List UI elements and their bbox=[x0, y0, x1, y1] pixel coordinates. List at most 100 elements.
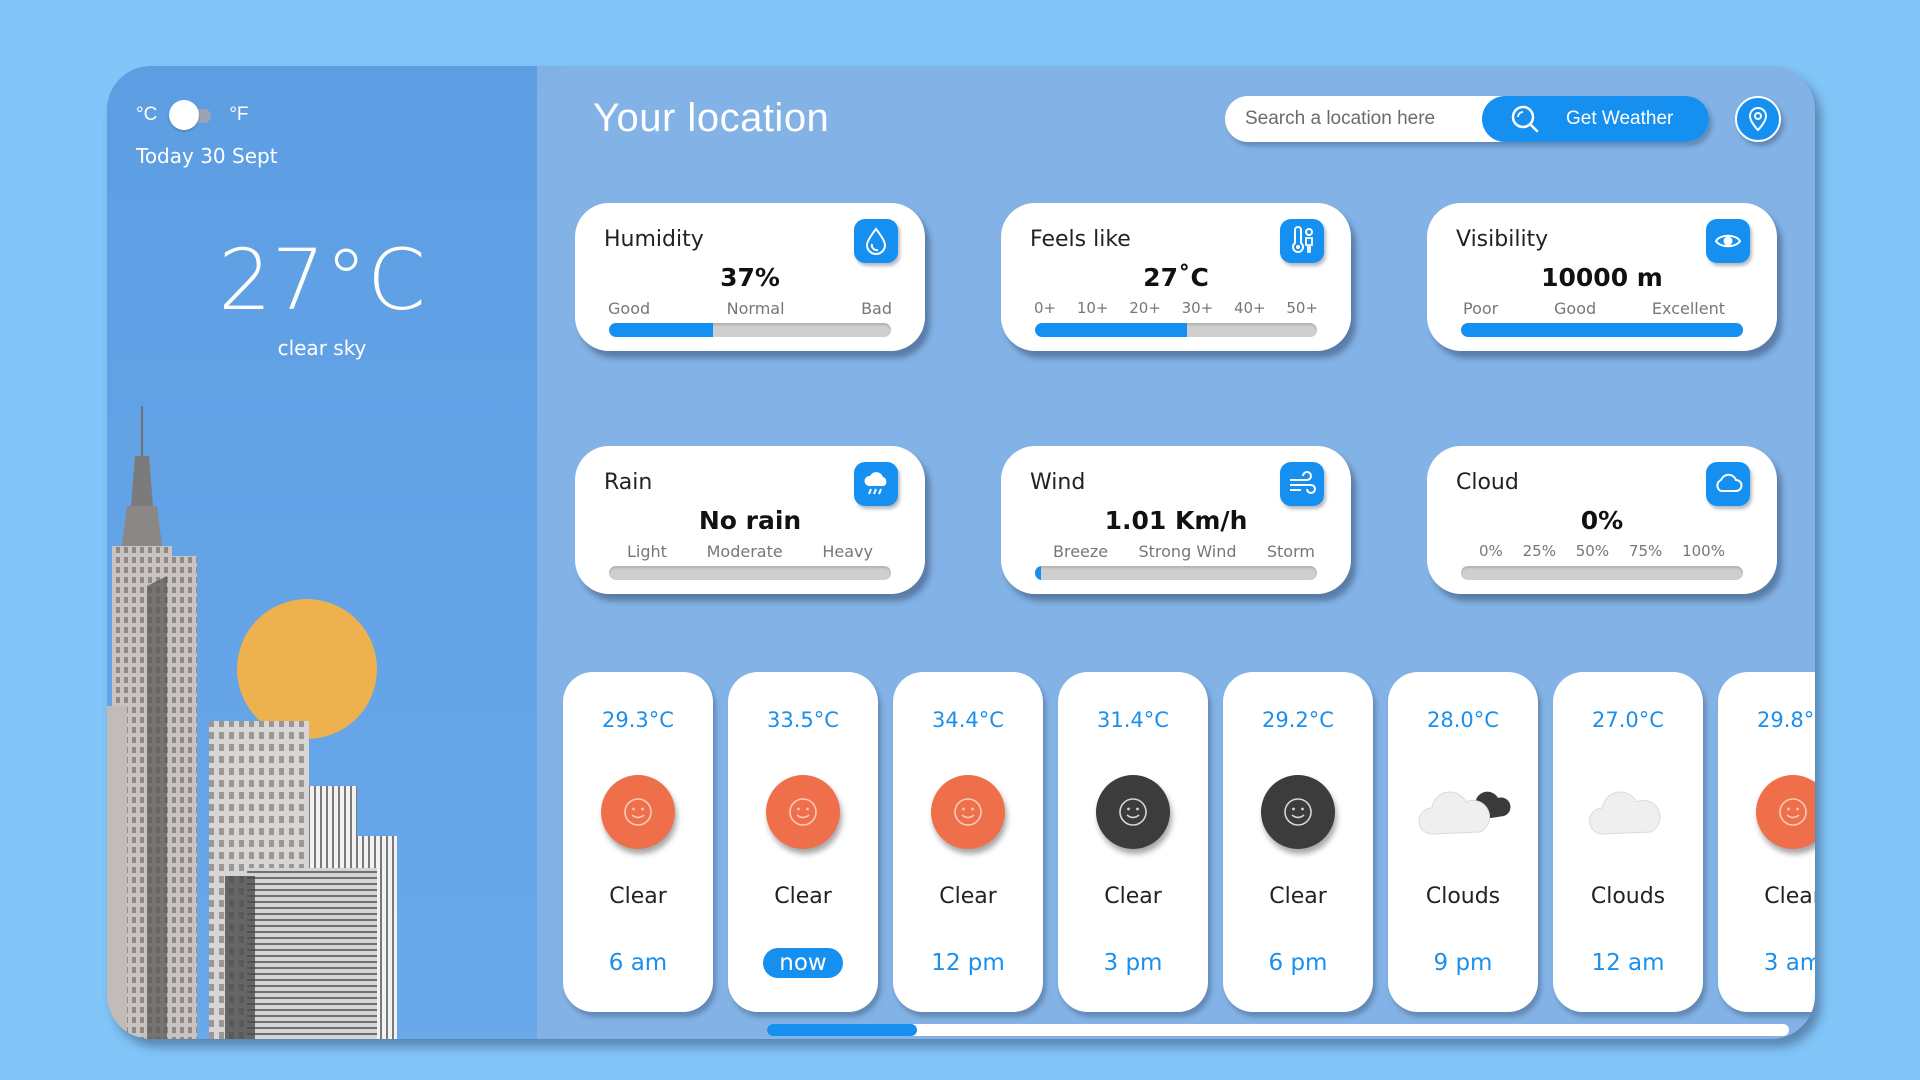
get-weather-label: Get Weather bbox=[1566, 108, 1674, 129]
weather-app: °C °F Today 30 Sept 27°C clear sky Your … bbox=[107, 66, 1815, 1039]
hour-time: 12 pm bbox=[931, 950, 1005, 976]
hour-time-now: now bbox=[728, 948, 878, 978]
sun-face-icon bbox=[928, 772, 1008, 852]
now-badge: now bbox=[763, 948, 843, 978]
current-description: clear sky bbox=[277, 336, 367, 360]
cloud-icon bbox=[1589, 791, 1661, 835]
rain-cloud-icon bbox=[854, 462, 898, 506]
card-title: Cloud bbox=[1456, 470, 1519, 495]
current-date: Today 30 Sept bbox=[136, 144, 278, 168]
level-fill bbox=[1035, 566, 1041, 580]
feels-like-card: Feels like 27˚C 0+ 10+ 20+ 30+ 40+ 50+ bbox=[1001, 203, 1351, 351]
card-value: 37% bbox=[720, 263, 780, 292]
hourly-card[interactable]: 28.0°C Clouds 9 pm bbox=[1388, 672, 1538, 1012]
humidity-icon bbox=[854, 219, 898, 263]
hour-desc: Clear bbox=[1104, 884, 1162, 909]
scale-label: Storm bbox=[1266, 542, 1315, 561]
get-weather-button[interactable]: Get Weather bbox=[1482, 96, 1709, 142]
hour-temp: 27.0°C bbox=[1592, 708, 1664, 732]
thermometer-icon bbox=[1280, 219, 1324, 263]
current-temperature: 27°C bbox=[218, 231, 426, 329]
search-bar: Get Weather bbox=[1225, 96, 1709, 142]
hour-desc: Clear bbox=[1764, 884, 1815, 909]
eye-icon bbox=[1706, 219, 1750, 263]
scale-label: Bad bbox=[861, 299, 892, 318]
map-pin-icon bbox=[1748, 106, 1768, 132]
hourly-card[interactable]: 34.4°C Clear 12 pm bbox=[893, 672, 1043, 1012]
scale-label: 40+ bbox=[1233, 299, 1266, 317]
card-scale: Poor Good Excellent bbox=[1463, 299, 1725, 318]
hourly-card[interactable]: 29.8°C Clear 3 am bbox=[1718, 672, 1815, 1012]
hour-temp: 31.4°C bbox=[1097, 708, 1169, 732]
level-bar bbox=[609, 566, 891, 580]
sun-illustration bbox=[237, 599, 377, 739]
scale-label: Normal bbox=[726, 299, 785, 318]
card-scale: Breeze Strong Wind Storm bbox=[1053, 542, 1315, 561]
hour-temp: 29.8°C bbox=[1757, 708, 1815, 732]
level-fill bbox=[1461, 323, 1743, 337]
scale-label: Breeze bbox=[1053, 542, 1109, 561]
scale-label: 0+ bbox=[1034, 299, 1057, 317]
card-scale: 0+ 10+ 20+ 30+ 40+ 50+ bbox=[1034, 299, 1318, 317]
hourly-card[interactable]: 31.4°C Clear 3 pm bbox=[1058, 672, 1208, 1012]
level-bar bbox=[1035, 566, 1317, 580]
hour-temp: 34.4°C bbox=[932, 708, 1004, 732]
card-value: 0% bbox=[1580, 506, 1624, 535]
sun-face-icon bbox=[598, 772, 678, 852]
hour-time: 3 pm bbox=[1103, 950, 1163, 976]
search-input[interactable] bbox=[1245, 104, 1485, 134]
card-value: No rain bbox=[698, 506, 802, 535]
scale-label: 25% bbox=[1522, 542, 1556, 560]
unit-toggle[interactable] bbox=[169, 100, 215, 130]
scale-label: Heavy bbox=[822, 542, 873, 561]
scrollbar-thumb[interactable] bbox=[767, 1024, 917, 1036]
card-value: 10000 m bbox=[1541, 263, 1663, 292]
scale-label: 10+ bbox=[1076, 299, 1109, 317]
hour-temp: 33.5°C bbox=[767, 708, 839, 732]
hourly-scrollbar[interactable] bbox=[767, 1024, 1789, 1036]
hour-temp: 29.3°C bbox=[602, 708, 674, 732]
hour-time: 6 am bbox=[608, 950, 668, 976]
hour-temp: 29.2°C bbox=[1262, 708, 1334, 732]
scale-label: 50+ bbox=[1286, 299, 1318, 317]
current-location-button[interactable] bbox=[1735, 96, 1781, 142]
card-value: 1.01 Km/h bbox=[1104, 506, 1248, 535]
hour-desc: Clear bbox=[939, 884, 997, 909]
scale-label: Light bbox=[627, 542, 667, 561]
scale-label: 20+ bbox=[1129, 299, 1161, 317]
unit-switch: °C °F bbox=[136, 100, 249, 130]
scale-label: 30+ bbox=[1181, 299, 1214, 317]
hourly-card[interactable]: 29.2°C Clear 6 pm bbox=[1223, 672, 1373, 1012]
unit-fahrenheit-label: °F bbox=[229, 104, 249, 125]
card-title: Wind bbox=[1030, 470, 1086, 495]
moon-face-icon bbox=[1093, 772, 1173, 852]
card-scale: Light Moderate Heavy bbox=[627, 542, 873, 561]
visibility-card: Visibility 10000 m Poor Good Excellent bbox=[1427, 203, 1777, 351]
search-icon bbox=[1511, 105, 1539, 133]
scale-label: Moderate bbox=[706, 542, 783, 561]
hour-desc: Clear bbox=[609, 884, 667, 909]
card-title: Rain bbox=[604, 470, 653, 495]
card-value: 27˚C bbox=[1143, 263, 1209, 292]
sun-face-icon bbox=[763, 772, 843, 852]
scale-label: 100% bbox=[1682, 542, 1725, 560]
humidity-card: Humidity 37% Good Normal Bad bbox=[575, 203, 925, 351]
level-bar bbox=[1461, 566, 1743, 580]
hour-desc: Clear bbox=[774, 884, 832, 909]
toggle-knob[interactable] bbox=[169, 100, 200, 130]
wind-card: Wind 1.01 Km/h Breeze Strong Wind Storm bbox=[1001, 446, 1351, 594]
current-weather-panel: °C °F Today 30 Sept 27°C clear sky bbox=[107, 66, 537, 1039]
hour-desc: Clouds bbox=[1425, 884, 1501, 909]
hourly-card[interactable]: 33.5°C Clear now bbox=[728, 672, 878, 1012]
card-scale: Good Normal Bad bbox=[608, 299, 892, 318]
hour-temp: 28.0°C bbox=[1427, 708, 1499, 732]
hourly-card[interactable]: 29.3°C Clear 6 am bbox=[563, 672, 713, 1012]
hour-desc: Clouds bbox=[1590, 884, 1666, 909]
sun-face-icon bbox=[1753, 772, 1815, 852]
scale-label: Strong Wind bbox=[1138, 542, 1237, 561]
scale-label: Poor bbox=[1463, 299, 1499, 318]
scale-label: 50% bbox=[1575, 542, 1610, 560]
hourly-card[interactable]: 27.0°C Clouds 12 am bbox=[1553, 672, 1703, 1012]
unit-celsius-label: °C bbox=[136, 104, 158, 125]
location-title: Your location bbox=[593, 96, 830, 140]
